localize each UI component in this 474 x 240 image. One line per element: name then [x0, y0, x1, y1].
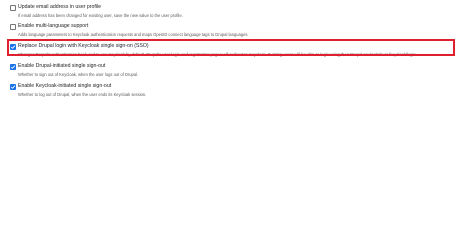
checkmark-icon: [10, 84, 16, 89]
keycloak-settings-form: Update email address in user profile If …: [7, 3, 455, 100]
update-email-checkbox[interactable]: [10, 4, 16, 11]
option-row[interactable]: Update email address in user profile: [10, 3, 454, 12]
update-email-description: If email address has been changed for ex…: [18, 13, 183, 18]
checkmark-icon: [10, 64, 16, 69]
keycloak-sign-out-label[interactable]: Enable Keycloak-initiated single sign-ou…: [18, 82, 111, 91]
drupal-sign-out-description: Whether to sign out of Keycloak, when th…: [18, 72, 139, 77]
multi-language-checkbox[interactable]: [10, 23, 16, 30]
multi-language-description: Adds language parameters to Keycloak aut…: [18, 32, 249, 37]
multi-language-label[interactable]: Enable multi-language support: [18, 22, 88, 31]
keycloak-sign-out-description: Whether to log out of Drupal, when the u…: [18, 92, 147, 97]
option-multi-language: Enable multi-language support Adds langu…: [10, 22, 454, 39]
drupal-sign-out-checkbox[interactable]: [10, 63, 16, 70]
option-keycloak-sign-out: Enable Keycloak-initiated single sign-ou…: [10, 82, 454, 100]
highlight-box: [7, 39, 455, 56]
option-drupal-sign-out: Enable Drupal-initiated single sign-out …: [10, 62, 454, 79]
option-update-email: Update email address in user profile If …: [10, 3, 454, 20]
option-row[interactable]: Enable Drupal-initiated single sign-out: [10, 62, 454, 71]
drupal-sign-out-label[interactable]: Enable Drupal-initiated single sign-out: [18, 62, 105, 71]
update-email-label[interactable]: Update email address in user profile: [18, 3, 101, 12]
option-row[interactable]: Enable Keycloak-initiated single sign-ou…: [10, 82, 454, 91]
keycloak-sign-out-checkbox[interactable]: [10, 83, 16, 90]
option-row[interactable]: Enable multi-language support: [10, 22, 454, 31]
